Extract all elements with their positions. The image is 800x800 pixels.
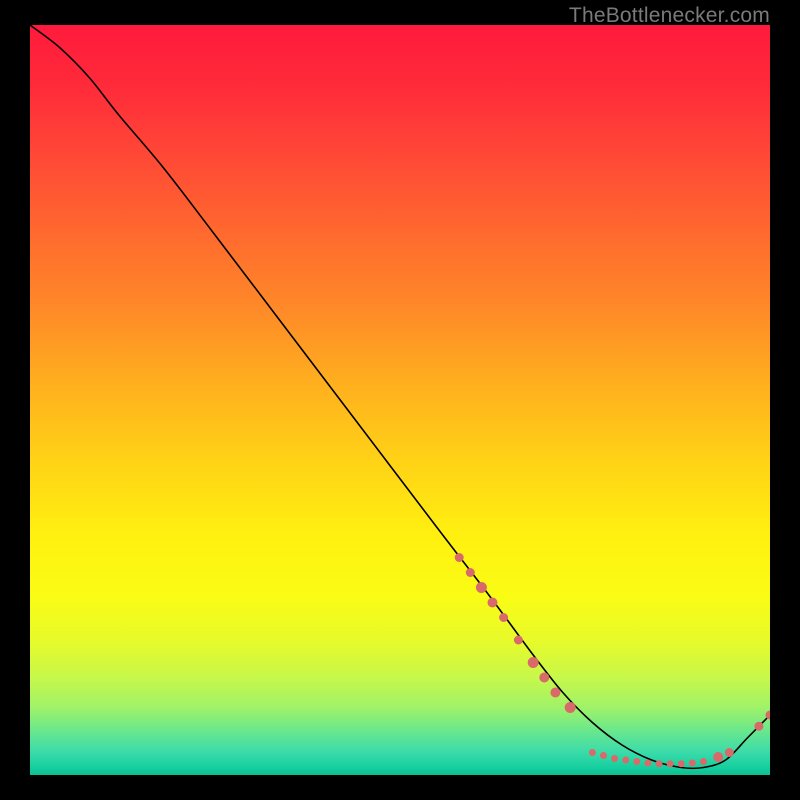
data-point xyxy=(689,760,696,767)
data-point xyxy=(611,755,618,762)
data-point xyxy=(528,657,539,668)
data-point xyxy=(514,636,523,645)
data-point xyxy=(700,758,707,765)
data-point xyxy=(644,760,651,767)
data-point xyxy=(633,758,640,765)
data-point xyxy=(754,722,763,731)
data-point xyxy=(488,598,498,608)
data-point xyxy=(550,688,560,698)
data-point xyxy=(466,568,475,577)
plot-area xyxy=(30,25,770,775)
data-point xyxy=(600,752,607,759)
data-point xyxy=(713,752,723,762)
data-point xyxy=(589,749,596,756)
data-point xyxy=(667,760,674,767)
data-point xyxy=(725,748,734,757)
data-point xyxy=(476,582,487,593)
data-points xyxy=(455,553,770,767)
data-point xyxy=(455,553,464,562)
data-point xyxy=(678,760,685,767)
data-point xyxy=(499,613,508,622)
chart-container: TheBottlenecker.com xyxy=(0,0,800,800)
data-point xyxy=(622,757,629,764)
curve-line xyxy=(30,25,770,768)
curve-svg xyxy=(30,25,770,775)
data-point xyxy=(656,760,663,767)
data-point xyxy=(539,673,549,683)
data-point xyxy=(565,702,576,713)
